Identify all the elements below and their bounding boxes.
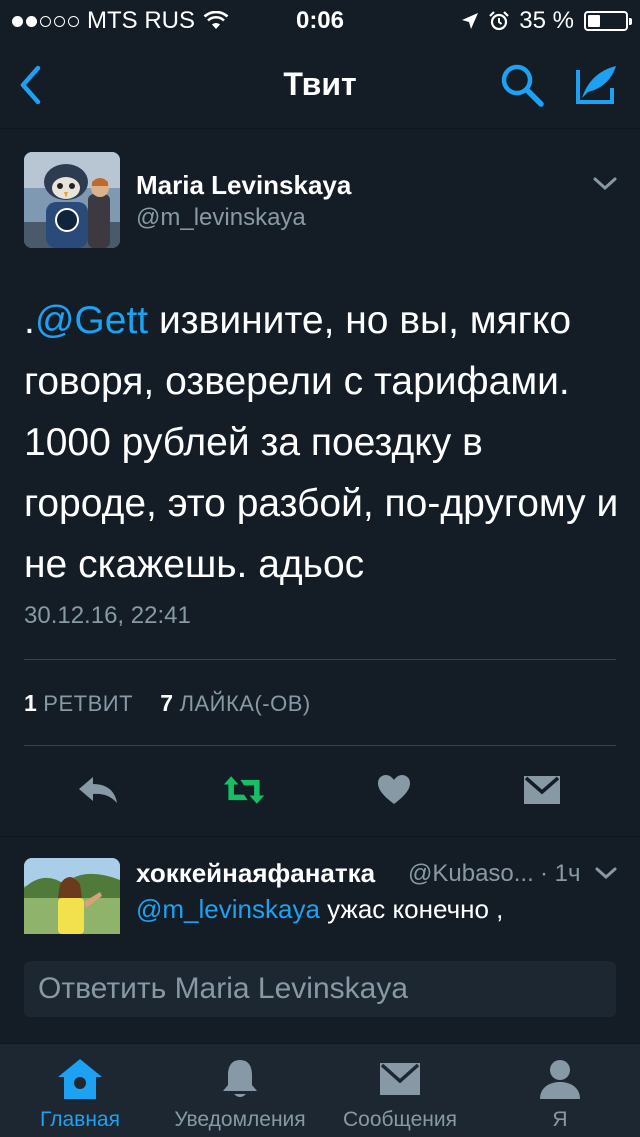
nav-bar: Твит [0, 40, 640, 129]
retweet-count: 1 [24, 690, 38, 716]
search-icon [501, 64, 544, 107]
tab-home-label: Главная [40, 1108, 120, 1131]
retweet-label: РЕТВИТ [43, 691, 134, 716]
tweet-timestamp: 30.12.16, 22:41 [24, 602, 191, 629]
envelope-icon [380, 1063, 420, 1095]
tweet-text-prefix: . [24, 299, 35, 342]
tab-messages-label: Сообщения [343, 1108, 457, 1131]
tweet-mention-link[interactable]: @Gett [35, 299, 148, 342]
divider [0, 836, 640, 837]
chevron-down-icon [593, 177, 617, 191]
chevron-down-icon [595, 867, 617, 880]
home-icon [58, 1059, 102, 1099]
likes-stat[interactable]: 7 ЛАЙКА(-ОВ) [160, 690, 311, 716]
author-handle[interactable]: @m_levinskaya [136, 204, 306, 232]
reply-icon [79, 777, 117, 803]
reply-compose-bar [0, 935, 640, 1043]
tab-messages[interactable]: Сообщения [320, 1044, 480, 1137]
person-icon [540, 1060, 580, 1099]
status-bar: MTS RUS 0:06 35 % [0, 0, 640, 40]
tab-me-label: Я [552, 1108, 568, 1131]
reply-options-button[interactable] [594, 866, 618, 885]
divider [24, 659, 616, 660]
like-count: 7 [160, 690, 174, 716]
tweet-stats: 1 РЕТВИТ 7 ЛАЙКА(-ОВ) [24, 690, 311, 717]
retweet-icon [223, 776, 265, 804]
bell-icon [223, 1060, 257, 1097]
tweet-text: .@Gett извините, но вы, мягко говоря, оз… [24, 290, 624, 595]
reply-author-avatar[interactable] [24, 858, 120, 934]
tweet-options-button[interactable] [592, 176, 618, 197]
compose-tweet-icon [576, 66, 616, 104]
author-avatar[interactable] [24, 152, 120, 248]
tab-home[interactable]: Главная [0, 1044, 160, 1137]
reply-text: @m_levinskaya ужас конечно , [136, 894, 503, 925]
reply-author-handle[interactable]: @Kubaso... [408, 860, 534, 888]
heart-icon [378, 775, 410, 804]
alarm-icon [489, 11, 510, 31]
reply-button[interactable] [76, 768, 120, 812]
reply-input[interactable] [24, 961, 616, 1017]
tweet-text-body: извините, но вы, мягко говоря, озверели … [24, 299, 619, 586]
retweet-button[interactable] [222, 768, 266, 812]
compose-button[interactable] [568, 60, 624, 110]
battery-icon [584, 11, 632, 31]
tab-me[interactable]: Я [480, 1044, 640, 1137]
like-button[interactable] [372, 768, 416, 812]
reply-text-body: ужас конечно , [319, 894, 504, 924]
retweets-stat[interactable]: 1 РЕТВИТ [24, 690, 134, 716]
divider [24, 745, 616, 746]
reply-mention-link[interactable]: @m_levinskaya [136, 894, 320, 924]
search-button[interactable] [494, 60, 550, 110]
envelope-icon [524, 776, 560, 804]
battery-percent: 35 % [519, 7, 574, 34]
direct-message-button[interactable] [520, 768, 564, 812]
tab-notifications-label: Уведомления [174, 1108, 306, 1131]
tab-notifications[interactable]: Уведомления [160, 1044, 320, 1137]
location-arrow-icon [462, 13, 479, 29]
like-label: ЛАЙКА(-ОВ) [179, 691, 311, 716]
author-name[interactable]: Maria Levinskaya [136, 170, 351, 201]
reply-author-name[interactable]: хоккейнаяфанатка [136, 858, 375, 889]
tab-bar: Главная Уведомления Сообщения Я [0, 1043, 640, 1137]
reply-time: · 1ч [540, 860, 581, 887]
